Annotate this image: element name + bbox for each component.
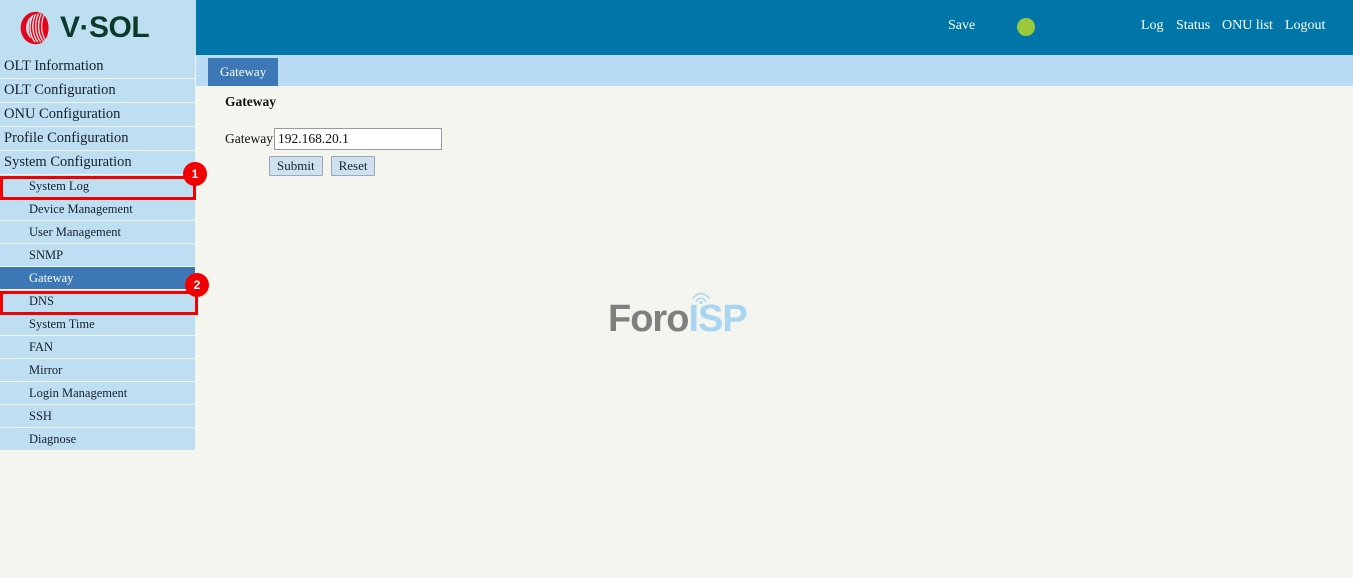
watermark-text: ForoISP (608, 296, 748, 342)
status-link[interactable]: Status (1176, 18, 1210, 34)
status-led-icon (1017, 18, 1035, 36)
submit-button[interactable]: Submit (269, 156, 323, 176)
sidebar-item-onu-configuration[interactable]: ONU Configuration (0, 103, 195, 126)
sidebar-item-snmp[interactable]: SNMP (0, 244, 195, 266)
sidebar-item-dns[interactable]: DNS (0, 290, 195, 312)
sidebar-item-diagnose[interactable]: Diagnose (0, 428, 195, 450)
sidebar-item-user-management[interactable]: User Management (0, 221, 195, 243)
brand-logo-text: V·SOL (60, 10, 150, 44)
content-panel: Gateway Gateway Submit Reset ForoISP (196, 86, 1353, 578)
brand-logo-panel: V·SOL (0, 0, 196, 55)
gateway-form-row: Gateway (225, 128, 442, 150)
antenna-signal-icon (692, 292, 710, 305)
tab-strip: Gateway (196, 55, 1353, 86)
sidebar-item-ssh[interactable]: SSH (0, 405, 195, 427)
watermark-text-primary: Foro (608, 298, 689, 340)
form-button-row: Submit Reset (269, 156, 379, 176)
sidebar-item-login-management[interactable]: Login Management (0, 382, 195, 404)
foroisp-watermark: ForoISP (608, 286, 758, 342)
sidebar-item-system-configuration[interactable]: System Configuration (0, 151, 195, 174)
logout-link[interactable]: Logout (1285, 18, 1325, 34)
sidebar-item-mirror[interactable]: Mirror (0, 359, 195, 381)
gateway-field-label: Gateway (225, 131, 273, 146)
sidebar-item-system-time[interactable]: System Time (0, 313, 195, 335)
reset-button[interactable]: Reset (330, 156, 376, 176)
onu-list-link[interactable]: ONU list (1222, 18, 1273, 34)
top-bar-actions: Save Log Status ONU list Logout (196, 0, 1353, 55)
sidebar-item-device-management[interactable]: Device Management (0, 198, 195, 220)
sidebar-item-gateway[interactable]: Gateway (0, 267, 195, 289)
main-region: Gateway Gateway Gateway Submit Reset For… (196, 55, 1353, 578)
vsol-swirl-icon (20, 11, 49, 44)
top-bar: V·SOL Save Log Status ONU list Logout (0, 0, 1353, 55)
sidebar-nav: OLT Information OLT Configuration ONU Co… (0, 55, 196, 578)
sidebar-item-profile-configuration[interactable]: Profile Configuration (0, 127, 195, 150)
gateway-input[interactable] (273, 128, 442, 150)
sidebar-item-fan[interactable]: FAN (0, 336, 195, 358)
tab-gateway[interactable]: Gateway (208, 58, 279, 86)
log-link[interactable]: Log (1141, 18, 1164, 34)
sidebar-item-olt-configuration[interactable]: OLT Configuration (0, 79, 195, 102)
page-title: Gateway (225, 94, 276, 109)
save-button[interactable]: Save (948, 18, 975, 34)
sidebar-item-system-log[interactable]: System Log (0, 175, 195, 197)
sidebar-item-olt-information[interactable]: OLT Information (0, 55, 195, 78)
